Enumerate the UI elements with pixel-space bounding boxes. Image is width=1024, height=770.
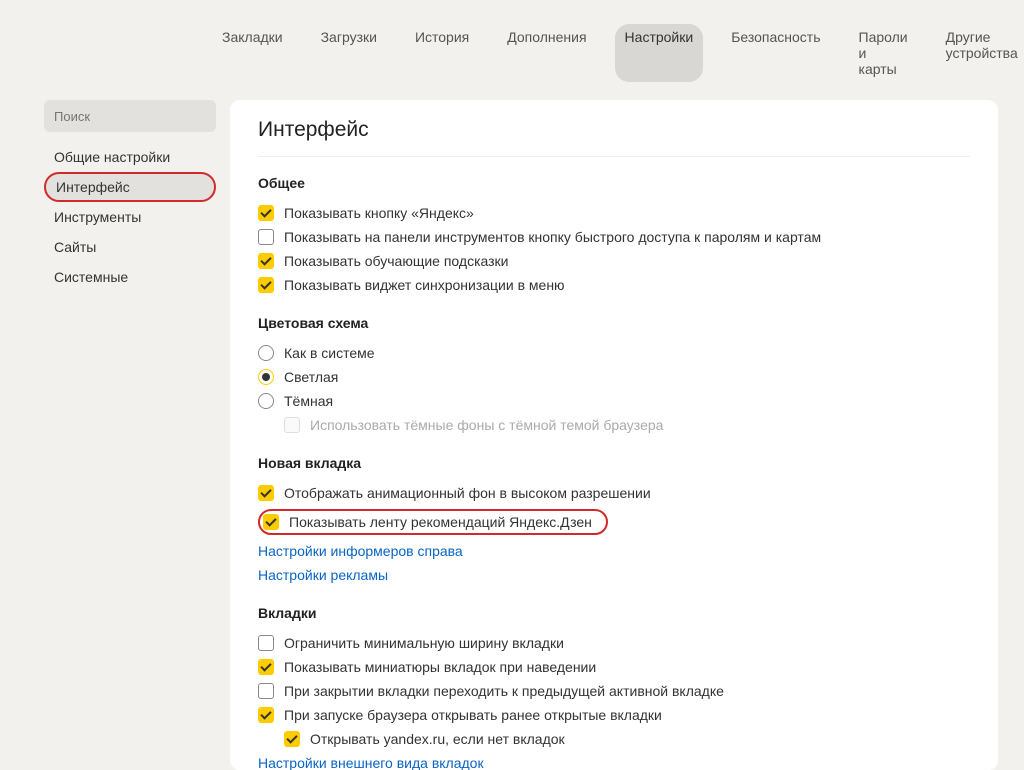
label-dark-bg: Использовать тёмные фоны с тёмной темой … (310, 417, 663, 433)
checkbox-passwords-button[interactable] (258, 229, 274, 245)
label-anim-bg: Отображать анимационный фон в высоком ра… (284, 485, 651, 501)
section-theme-title: Цветовая схема (258, 315, 970, 331)
section-tabs-title: Вкладки (258, 605, 970, 621)
label-thumbnails: Показывать миниатюры вкладок при наведен… (284, 659, 596, 675)
nav-history[interactable]: История (405, 24, 479, 82)
checkbox-thumbnails[interactable] (258, 659, 274, 675)
checkbox-dark-bg (284, 417, 300, 433)
page-title: Интерфейс (258, 118, 970, 157)
checkbox-zen[interactable] (263, 514, 279, 530)
link-tab-appearance[interactable]: Настройки внешнего вида вкладок (258, 751, 970, 770)
sidebar-item-sites[interactable]: Сайты (44, 232, 216, 262)
nav-bookmarks[interactable]: Закладки (212, 24, 293, 82)
label-theme-light: Светлая (284, 369, 338, 385)
checkbox-restore[interactable] (258, 707, 274, 723)
label-hints: Показывать обучающие подсказки (284, 253, 509, 269)
sidebar-item-tools[interactable]: Инструменты (44, 202, 216, 232)
nav-downloads[interactable]: Загрузки (311, 24, 387, 82)
label-zen: Показывать ленту рекомендаций Яндекс.Дзе… (289, 514, 592, 530)
sidebar-item-general[interactable]: Общие настройки (44, 142, 216, 172)
highlight-zen: Показывать ленту рекомендаций Яндекс.Дзе… (258, 509, 608, 535)
label-sync-widget: Показывать виджет синхронизации в меню (284, 277, 565, 293)
label-theme-dark: Тёмная (284, 393, 333, 409)
section-newtab-title: Новая вкладка (258, 455, 970, 471)
checkbox-anim-bg[interactable] (258, 485, 274, 501)
top-nav: Закладки Загрузки История Дополнения Нас… (0, 0, 1024, 100)
label-passwords-button: Показывать на панели инструментов кнопку… (284, 229, 821, 245)
search-input[interactable] (44, 100, 216, 132)
label-prev-active: При закрытии вкладки переходить к предыд… (284, 683, 724, 699)
radio-theme-system[interactable] (258, 345, 274, 361)
label-theme-system: Как в системе (284, 345, 375, 361)
label-open-yandex: Открывать yandex.ru, если нет вкладок (310, 731, 565, 747)
main-panel: Интерфейс Общее Показывать кнопку «Яндек… (230, 100, 998, 770)
nav-devices[interactable]: Другие устройства (936, 24, 1024, 82)
checkbox-sync-widget[interactable] (258, 277, 274, 293)
nav-passwords[interactable]: Пароли и карты (849, 24, 918, 82)
section-general-title: Общее (258, 175, 970, 191)
checkbox-min-width[interactable] (258, 635, 274, 651)
radio-theme-dark[interactable] (258, 393, 274, 409)
checkbox-prev-active[interactable] (258, 683, 274, 699)
checkbox-open-yandex[interactable] (284, 731, 300, 747)
label-yandex-button: Показывать кнопку «Яндекс» (284, 205, 474, 221)
checkbox-hints[interactable] (258, 253, 274, 269)
link-ads[interactable]: Настройки рекламы (258, 563, 970, 587)
sidebar-item-system[interactable]: Системные (44, 262, 216, 292)
nav-addons[interactable]: Дополнения (497, 24, 596, 82)
checkbox-yandex-button[interactable] (258, 205, 274, 221)
label-restore: При запуске браузера открывать ранее отк… (284, 707, 662, 723)
sidebar-item-interface[interactable]: Интерфейс (44, 172, 216, 202)
label-min-width: Ограничить минимальную ширину вкладки (284, 635, 564, 651)
nav-security[interactable]: Безопасность (721, 24, 830, 82)
sidebar: Общие настройки Интерфейс Инструменты Са… (44, 100, 216, 770)
nav-settings[interactable]: Настройки (615, 24, 704, 82)
link-informers[interactable]: Настройки информеров справа (258, 539, 970, 563)
radio-theme-light[interactable] (258, 369, 274, 385)
